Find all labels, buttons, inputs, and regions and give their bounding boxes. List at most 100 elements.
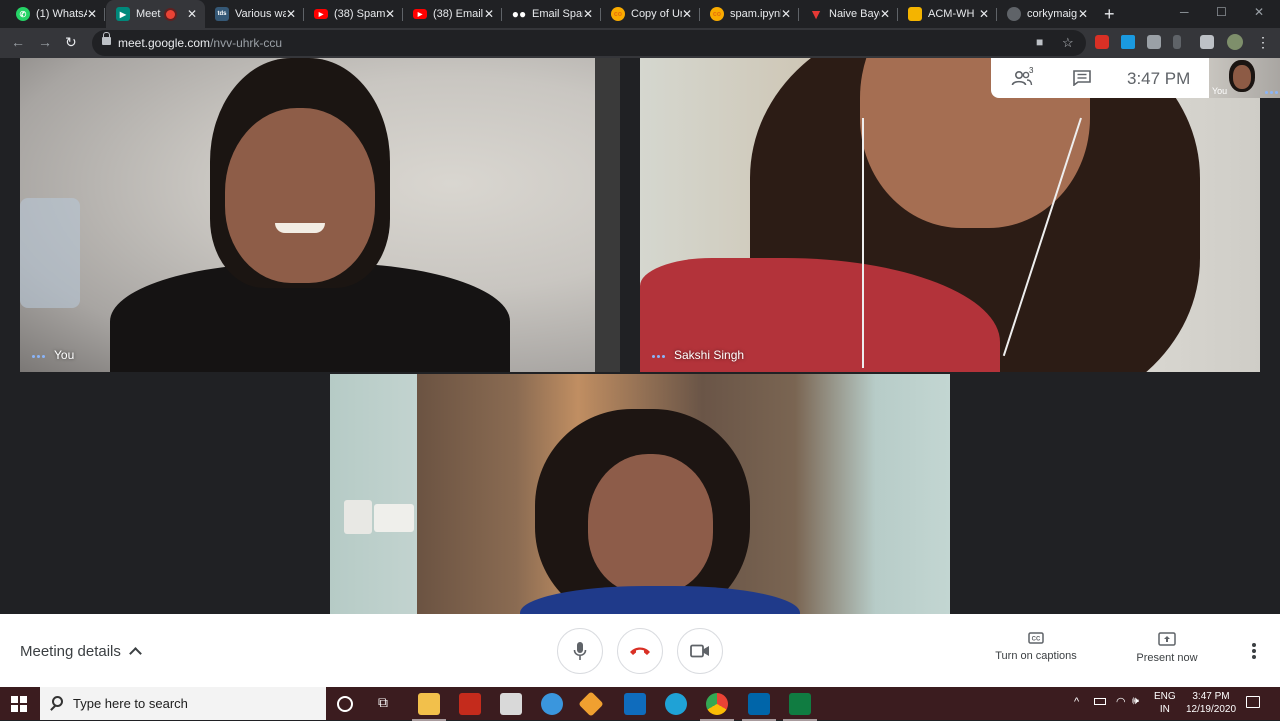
present-screen-icon — [1158, 632, 1176, 646]
bird-extension-icon[interactable] — [1121, 35, 1135, 49]
excel-icon[interactable] — [783, 693, 817, 721]
tab-meet[interactable]: ▶ Meet ✕ — [106, 0, 205, 28]
close-window-icon[interactable]: ✕ — [1254, 5, 1264, 19]
chevron-up-icon[interactable]: ^ — [1074, 696, 1079, 708]
participant-smile — [275, 223, 325, 233]
chrome-menu-icon[interactable]: ⋮ — [1256, 34, 1270, 51]
svg-text:CC: CC — [1032, 637, 1041, 643]
store-icon[interactable] — [500, 693, 522, 715]
back-icon[interactable]: ← — [11, 34, 25, 50]
slides-icon — [908, 7, 922, 21]
participant-tile-third[interactable] — [330, 374, 950, 614]
close-icon[interactable]: ✕ — [979, 7, 989, 21]
tab-colab-copy[interactable]: co Copy of Untitled ✕ — [601, 0, 700, 28]
notifications-icon[interactable] — [1246, 696, 1260, 708]
tab-acm-wh[interactable]: ACM-WH ✕ — [898, 0, 997, 28]
self-view-thumbnail[interactable]: You — [1209, 58, 1280, 98]
puzzle-extensions-icon[interactable] — [1200, 35, 1214, 49]
tips-icon[interactable] — [541, 693, 563, 715]
close-icon[interactable]: ✕ — [880, 7, 890, 21]
end-call-button[interactable] — [617, 628, 663, 674]
door-frame — [595, 58, 620, 372]
close-icon[interactable]: ✕ — [187, 7, 197, 21]
meet-video-grid: You Sakshi Singh 3 3:47 PM You — [0, 58, 1280, 614]
turn-on-captions-button[interactable]: CC Turn on captions — [992, 632, 1080, 662]
system-time: 3:47 PM — [1192, 691, 1230, 702]
task-view-icon[interactable]: ⧉ — [378, 694, 400, 716]
file-explorer-icon[interactable] — [412, 693, 446, 721]
profile-avatar[interactable] — [1227, 34, 1243, 50]
meeting-details-label: Meeting details — [20, 643, 121, 660]
participant-face — [588, 454, 713, 594]
audio-indicator-icon — [1265, 91, 1278, 94]
chat-icon[interactable] — [1073, 70, 1091, 86]
participant-tile-sakshi-singh[interactable]: Sakshi Singh — [640, 58, 1260, 372]
cortana-icon[interactable] — [337, 696, 353, 712]
present-now-button[interactable]: Present now — [1132, 632, 1202, 664]
new-tab-button[interactable]: + — [1104, 4, 1115, 25]
close-icon[interactable]: ✕ — [484, 7, 494, 21]
tab-email-spam[interactable]: ●● Email Spam ✕ — [502, 0, 601, 28]
pocket-extension-icon[interactable] — [1095, 35, 1109, 49]
microphone-button[interactable] — [557, 628, 603, 674]
mail-icon[interactable] — [624, 693, 646, 715]
close-icon[interactable]: ✕ — [87, 7, 97, 21]
gift-icon[interactable] — [459, 693, 481, 715]
battery-icon[interactable] — [1094, 698, 1106, 705]
address-bar[interactable]: meet.google.com/nvv-uhrk-ccu ■ ☆ — [92, 30, 1086, 56]
taskbar-search-box[interactable]: Type here to search — [40, 687, 326, 720]
maximize-icon[interactable]: ☐ — [1216, 5, 1227, 19]
screenshot-extension-icon[interactable] — [1147, 35, 1161, 49]
tab-whatsapp[interactable]: ✆ (1) WhatsApp ✕ — [6, 0, 105, 28]
close-icon[interactable]: ✕ — [583, 7, 593, 21]
tab-various-ways[interactable]: tds Various ways ✕ — [205, 0, 304, 28]
meeting-details-button[interactable]: Meeting details — [20, 643, 142, 660]
tab-naive-bayes[interactable]: ▼ Naive Bayes ✕ — [799, 0, 898, 28]
tab-github[interactable]: corkymaig ✕ — [997, 0, 1096, 28]
tab-youtube-email[interactable]: ▶ (38) Email ✕ — [403, 0, 502, 28]
more-options-icon[interactable] — [1252, 643, 1256, 659]
system-clock[interactable]: 3:47 PM 12/19/2020 — [1178, 690, 1244, 716]
reload-icon[interactable]: ↻ — [65, 34, 77, 51]
tab-colab-spam[interactable]: co spam.ipynb ✕ — [700, 0, 799, 28]
tds-icon: tds — [215, 7, 229, 21]
forward-icon[interactable]: → — [38, 34, 52, 50]
camera-indicator-icon[interactable]: ■ — [1036, 35, 1043, 49]
self-view-label: You — [1212, 86, 1228, 96]
tab-title: Copy of Untitled — [631, 8, 682, 20]
search-icon — [52, 696, 63, 707]
browser-toolbar: ← → ↻ meet.google.com/nvv-uhrk-ccu ■ ☆ ⋮ — [0, 28, 1280, 58]
audio-indicator-icon — [32, 355, 45, 358]
bookmark-star-icon[interactable]: ☆ — [1062, 35, 1074, 51]
wifi-icon[interactable]: ◠ — [1116, 695, 1126, 708]
medium-icon: ●● — [511, 7, 527, 21]
participant-face — [225, 108, 375, 283]
url-text[interactable]: meet.google.com/nvv-uhrk-ccu — [118, 36, 282, 50]
tab-title: Meet — [136, 8, 161, 20]
close-icon[interactable]: ✕ — [286, 7, 296, 21]
git-icon[interactable] — [578, 691, 604, 717]
chrome-icon[interactable] — [700, 693, 734, 721]
volume-icon[interactable]: 🕪 — [1132, 695, 1139, 708]
meet-icon: ▶ — [116, 7, 130, 21]
windows-start-icon[interactable] — [11, 696, 27, 712]
wall-switch — [344, 500, 372, 534]
edge-icon[interactable] — [665, 693, 687, 715]
close-icon[interactable]: ✕ — [781, 7, 791, 21]
camera-button[interactable] — [677, 628, 723, 674]
people-count: 3 — [1029, 66, 1034, 75]
close-icon[interactable]: ✕ — [1078, 7, 1088, 21]
chevron-up-icon — [129, 647, 142, 660]
minimize-icon[interactable]: ─ — [1180, 5, 1189, 19]
lock-icon — [102, 32, 111, 45]
close-icon[interactable]: ✕ — [385, 7, 395, 21]
tab-youtube-spam[interactable]: ▶ (38) Spam ✕ — [304, 0, 403, 28]
region-code: IN — [1159, 704, 1170, 715]
tab-separator — [104, 8, 105, 21]
close-icon[interactable]: ✕ — [682, 7, 692, 21]
vscode-icon[interactable] — [742, 693, 776, 721]
language-indicator[interactable]: ENG IN — [1154, 690, 1176, 716]
extension-icon[interactable] — [1173, 35, 1181, 49]
participant-tile-you[interactable]: You — [20, 58, 620, 372]
url-host: meet.google.com — [118, 36, 211, 50]
